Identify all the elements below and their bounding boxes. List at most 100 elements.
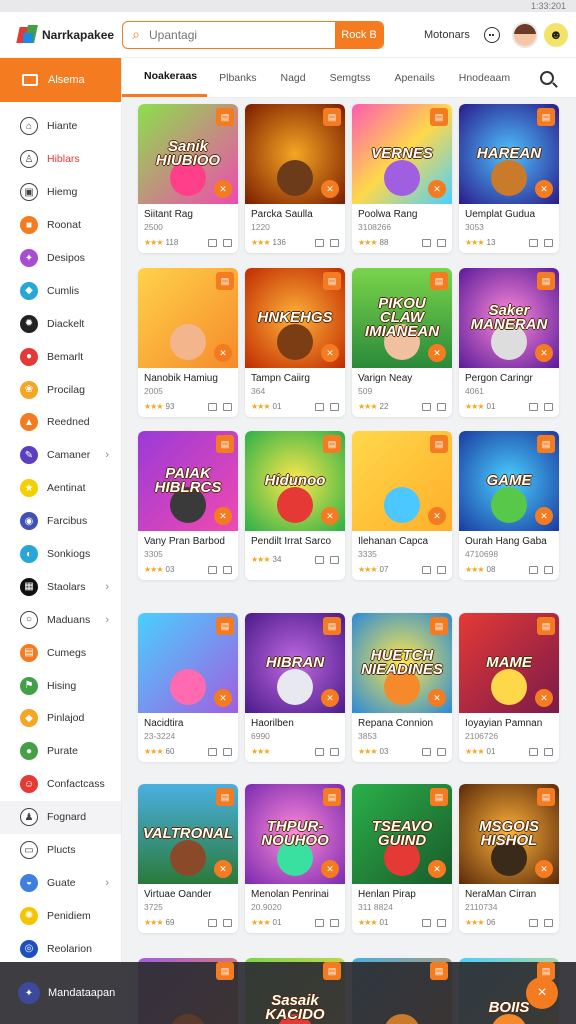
play-badge-icon[interactable]: ✕ (535, 689, 553, 707)
bookmark-icon[interactable]: ▤ (430, 435, 448, 453)
game-card[interactable]: Hidunoo ▤ ✕ Pendilt Irrat Sarco ★★★ 34 (245, 431, 345, 580)
bookmark-icon[interactable]: ▤ (430, 272, 448, 290)
tab-item[interactable]: Plbanks (207, 58, 268, 97)
search-button[interactable]: Rock B (335, 21, 383, 48)
sidebar-item[interactable]: ▣ Hiemg (0, 176, 121, 209)
cart-icon[interactable] (330, 555, 339, 564)
tab-item[interactable]: Nagd (268, 58, 317, 97)
game-thumbnail[interactable]: HNKEHGS ▤ ✕ (245, 268, 345, 368)
game-card[interactable]: VALTRONAL ▤ ✕ Virtuae Oander 3725 ★★★ 69 (138, 784, 238, 933)
sidebar-item[interactable]: ◆ Cumlis (0, 274, 121, 307)
sidebar-item[interactable]: ● Bemarlt (0, 340, 121, 373)
game-thumbnail[interactable]: HIBRAN ▤ ✕ (245, 613, 345, 713)
cart-icon[interactable] (544, 918, 553, 927)
sidebar-item[interactable]: ✎ Camaner › (0, 439, 121, 472)
sidebar-item[interactable]: ♙ Hiblars (0, 143, 121, 176)
game-thumbnail[interactable]: Sanik HIUBIOO ▤ ✕ (138, 104, 238, 204)
bookmark-icon[interactable]: ▤ (430, 617, 448, 635)
game-thumbnail[interactable]: ▤✕ (352, 431, 452, 531)
share-icon[interactable] (315, 555, 324, 564)
play-badge-icon[interactable]: ✕ (214, 180, 232, 198)
bookmark-icon[interactable]: ▤ (537, 108, 555, 126)
game-card[interactable]: HNKEHGS ▤ ✕ Tampn Caiirg 364 ★★★ 01 (245, 268, 345, 417)
sidebar-item[interactable]: ● Purate (0, 735, 121, 768)
bookmark-icon[interactable]: ▤ (430, 108, 448, 126)
game-thumbnail[interactable]: MSGOIS HISHOL ▤ ✕ (459, 784, 559, 884)
game-thumbnail[interactable]: Saker MANERAN ▤ ✕ (459, 268, 559, 368)
cart-icon[interactable] (437, 565, 446, 574)
play-badge-icon[interactable]: ✕ (428, 689, 446, 707)
sidebar-item[interactable]: ◆ Pinlajod (0, 702, 121, 735)
cart-icon[interactable] (544, 238, 553, 247)
game-card[interactable]: PIKOU CLAW IMIANEAN ▤ ✕ Varign Neay 509 ★★★ 22 (352, 268, 452, 417)
bookmark-icon[interactable]: ▤ (323, 617, 341, 635)
bookmark-icon[interactable]: ▤ (323, 108, 341, 126)
bookmark-icon[interactable]: ▤ (537, 617, 555, 635)
game-thumbnail[interactable]: VALTRONAL ▤ ✕ (138, 784, 238, 884)
cart-icon[interactable] (437, 402, 446, 411)
chat-icon[interactable] (483, 26, 500, 43)
cart-icon[interactable] (437, 918, 446, 927)
play-badge-icon[interactable]: ✕ (214, 689, 232, 707)
cart-icon[interactable] (437, 238, 446, 247)
emoji-avatar-icon[interactable]: ☻ (543, 22, 568, 47)
game-card[interactable]: ▤ ✕ Parcka Saulla 1220 ★★★ 136 (245, 104, 345, 253)
bookmark-icon[interactable]: ▤ (537, 788, 555, 806)
game-card[interactable]: HIBRAN ▤ ✕ Haorilben 6990 ★★★ (245, 613, 345, 762)
game-thumbnail[interactable]: ▤✕ (245, 104, 345, 204)
play-badge-icon[interactable]: ✕ (214, 344, 232, 362)
game-card[interactable]: TSEAVO GUIND ▤ ✕ Henlan Pirap 311 8824 ★★★ 01 (352, 784, 452, 933)
play-badge-icon[interactable]: ✕ (321, 689, 339, 707)
game-card[interactable]: ▤ ✕ Ilehanan Capca 3335 ★★★ 07 (352, 431, 452, 580)
game-thumbnail[interactable]: THPUR- NOUHOO ▤ ✕ (245, 784, 345, 884)
tab-item[interactable]: Hnodeaam (447, 58, 522, 97)
tab-item[interactable]: Semgtss (318, 58, 383, 97)
play-badge-icon[interactable]: ✕ (428, 180, 446, 198)
game-card[interactable]: Saker MANERAN ▤ ✕ Pergon Caringr 4061 ★★★ 01 (459, 268, 559, 417)
game-card[interactable]: HAREAN ▤ ✕ Uemplat Gudua 3053 ★★★ 13 (459, 104, 559, 253)
share-icon[interactable] (529, 565, 538, 574)
game-card[interactable]: VERNES ▤ ✕ Poolwa Rang 3108266 ★★★ 88 (352, 104, 452, 253)
bookmark-icon[interactable]: ▤ (216, 108, 234, 126)
play-badge-icon[interactable]: ✕ (535, 860, 553, 878)
game-thumbnail[interactable]: PIKOU CLAW IMIANEAN ▤ ✕ (352, 268, 452, 368)
play-badge-icon[interactable]: ✕ (321, 860, 339, 878)
bookmark-icon[interactable]: ▤ (537, 962, 555, 980)
share-icon[interactable] (315, 747, 324, 756)
game-thumbnail[interactable]: ▤✕ (138, 268, 238, 368)
game-thumbnail[interactable]: MAME ▤ ✕ (459, 613, 559, 713)
game-thumbnail[interactable]: HUETCH NIEADINES ▤ ✕ (352, 613, 452, 713)
sidebar-item[interactable]: ▦ Staolars › (0, 570, 121, 603)
sidebar-item[interactable]: ❀ Procilag (0, 373, 121, 406)
game-card[interactable]: HUETCH NIEADINES ▤ ✕ Repana Connion 3853 ★★★ 0… (352, 613, 452, 762)
share-icon[interactable] (208, 402, 217, 411)
share-icon[interactable] (422, 238, 431, 247)
bookmark-icon[interactable]: ▤ (323, 788, 341, 806)
bookmark-icon[interactable]: ▤ (216, 435, 234, 453)
top-link[interactable]: Motonars (424, 29, 470, 41)
cart-icon[interactable] (223, 918, 232, 927)
sidebar-item[interactable]: ■ Roonat (0, 209, 121, 242)
game-card[interactable]: MAME ▤ ✕ Ioyayian Pamnan 2106726 ★★★ 01 (459, 613, 559, 762)
share-icon[interactable] (529, 238, 538, 247)
sidebar-item[interactable]: ♟ Fognard (0, 800, 121, 834)
sidebar-item[interactable]: ◒ Guate › (0, 866, 121, 899)
bookmark-icon[interactable]: ▤ (430, 962, 448, 980)
play-badge-icon[interactable]: ✕ (535, 180, 553, 198)
play-badge-icon[interactable]: ✕ (321, 344, 339, 362)
game-card[interactable]: PAIAK HIBLRCS ▤ ✕ Vany Pran Barbod 3305 ★★★ 03 (138, 431, 238, 580)
game-card[interactable]: ▤ ✕ Nanobik Hamiug 2005 ★★★ 93 (138, 268, 238, 417)
cart-icon[interactable] (223, 565, 232, 574)
share-icon[interactable] (315, 402, 324, 411)
game-thumbnail[interactable]: TSEAVO GUIND ▤ ✕ (352, 784, 452, 884)
play-badge-icon[interactable]: ✕ (321, 180, 339, 198)
share-icon[interactable] (422, 402, 431, 411)
play-badge-icon[interactable]: ✕ (428, 507, 446, 525)
play-badge-icon[interactable]: ✕ (428, 860, 446, 878)
cart-icon[interactable] (544, 565, 553, 574)
share-icon[interactable] (208, 565, 217, 574)
game-thumbnail[interactable]: VERNES ▤ ✕ (352, 104, 452, 204)
game-card[interactable]: MSGOIS HISHOL ▤ ✕ NeraMan Cirran 2110734 ★★★ 0… (459, 784, 559, 933)
cart-icon[interactable] (544, 747, 553, 756)
sidebar-item[interactable]: ✦ Desipos (0, 242, 121, 275)
